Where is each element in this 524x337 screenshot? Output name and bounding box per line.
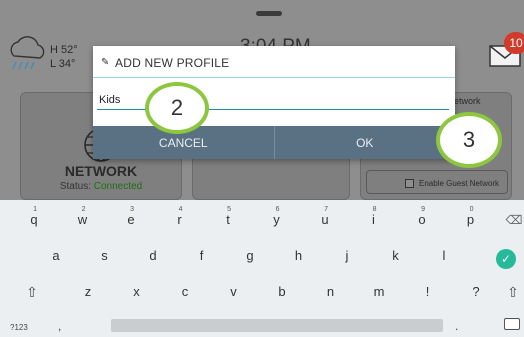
network-title: NETWORK [64, 163, 138, 179]
key-s[interactable]: s [93, 241, 117, 271]
key-a[interactable]: a [44, 241, 68, 271]
key-l[interactable]: l [432, 241, 456, 271]
key-v[interactable]: v [222, 277, 246, 307]
key-u[interactable]: u7 [313, 205, 337, 235]
key-number-hint: 5 [227, 206, 231, 213]
key-label: g [246, 248, 254, 263]
key-g[interactable]: g [238, 241, 262, 271]
key-number-hint: 6 [275, 206, 280, 213]
cloud-rain-icon [10, 36, 45, 70]
key-label: s [101, 248, 108, 263]
key-label: a [52, 248, 60, 263]
key-m[interactable]: m [367, 277, 391, 307]
backspace-icon[interactable]: ⌫ [504, 205, 524, 235]
key-i[interactable]: i8 [362, 205, 386, 235]
key-w[interactable]: w2 [71, 205, 95, 235]
key-label: h [294, 248, 303, 263]
key-r[interactable]: r4 [168, 205, 192, 235]
keyboard-row-3: z x c v b n m!? [0, 277, 524, 307]
dialog-title: ADD NEW PROFILE [115, 56, 230, 70]
key-e[interactable]: e3 [119, 205, 143, 235]
key-x[interactable]: x [125, 277, 149, 307]
network-status-value: Connected [93, 181, 143, 192]
key-n[interactable]: n [319, 277, 343, 307]
spacebar[interactable] [111, 319, 443, 332]
key-label: x [133, 284, 140, 299]
screen: H 52° L 34° 3:04 PM 10 NETWORK Status: C… [0, 0, 524, 337]
dialog-header: ✎ ADD NEW PROFILE [93, 46, 455, 78]
key-label: f [199, 248, 204, 263]
key-label: ? [472, 284, 480, 299]
symbols-key[interactable]: ?123 [10, 323, 28, 332]
shift-icon[interactable]: ⇧ [502, 277, 524, 307]
key-number-hint: 1 [33, 206, 37, 213]
network-status-label: Status: [59, 181, 91, 192]
drawer-handle[interactable] [256, 11, 282, 16]
key-b[interactable]: b [270, 277, 294, 307]
keyboard-icon[interactable] [504, 318, 520, 330]
key-t[interactable]: t5 [216, 205, 240, 235]
check-icon[interactable]: ✓ [496, 249, 516, 269]
key-c[interactable]: c [173, 277, 197, 307]
step-2-callout: 2 [145, 82, 209, 134]
key-f[interactable]: f [190, 241, 214, 271]
dialog-button-bar: CANCEL OK [93, 126, 455, 159]
shift-icon[interactable]: ⇧ [20, 277, 44, 307]
key-label: b [278, 284, 286, 299]
pencil-icon: ✎ [101, 57, 110, 68]
key-y[interactable]: y6 [265, 205, 289, 235]
key-number-hint: 0 [469, 206, 474, 213]
key-number-hint: 3 [130, 206, 134, 213]
key-label: d [149, 248, 157, 263]
key-d[interactable]: d [141, 241, 165, 271]
key-number-hint: 2 [81, 206, 86, 213]
weather-low: L 34° [50, 58, 76, 70]
key-j[interactable]: j [335, 241, 359, 271]
guest-network-heading: etwork [454, 96, 481, 106]
key-label: c [181, 284, 189, 299]
key-number-hint: 7 [324, 206, 328, 213]
weather-widget[interactable]: H 52° L 34° [6, 34, 96, 74]
mail-count-badge: 10 [504, 32, 524, 54]
network-status: Status: Connected [20, 181, 182, 192]
key-exclamation[interactable]: ! [416, 277, 440, 307]
key-label: v [230, 284, 237, 299]
key-o[interactable]: o9 [410, 205, 434, 235]
key-q[interactable]: q1 [22, 205, 46, 235]
key-question[interactable]: ? [464, 277, 488, 307]
key-label: n [326, 284, 335, 299]
keyboard-row-1: q1 w2 e3 r4 t5 y6 u7 i8 o9 p0 [0, 205, 524, 235]
step-3-callout: 3 [436, 112, 502, 168]
key-number-hint: 8 [372, 206, 377, 213]
weather-high: H 52° [50, 44, 78, 56]
key-label: j [345, 248, 349, 263]
key-p[interactable]: p0 [459, 205, 483, 235]
key-k[interactable]: k [384, 241, 408, 271]
key-label: z [84, 284, 92, 299]
keyboard-row-2: asdfghjkl [0, 241, 524, 271]
key-label: k [392, 248, 399, 263]
enable-guest-label: Enable Guest Network [419, 179, 500, 188]
period-key[interactable]: . [455, 319, 458, 333]
key-h[interactable]: h [287, 241, 311, 271]
key-z[interactable]: z [76, 277, 100, 307]
enable-guest-checkbox[interactable] [405, 179, 414, 188]
key-number-hint: 4 [178, 206, 183, 213]
key-label: ! [425, 284, 430, 299]
key-number-hint: 9 [421, 206, 425, 213]
key-label: m [373, 284, 385, 299]
key-label: l [442, 248, 446, 263]
ok-button[interactable]: OK [275, 126, 456, 159]
comma-key[interactable]: , [58, 319, 61, 333]
